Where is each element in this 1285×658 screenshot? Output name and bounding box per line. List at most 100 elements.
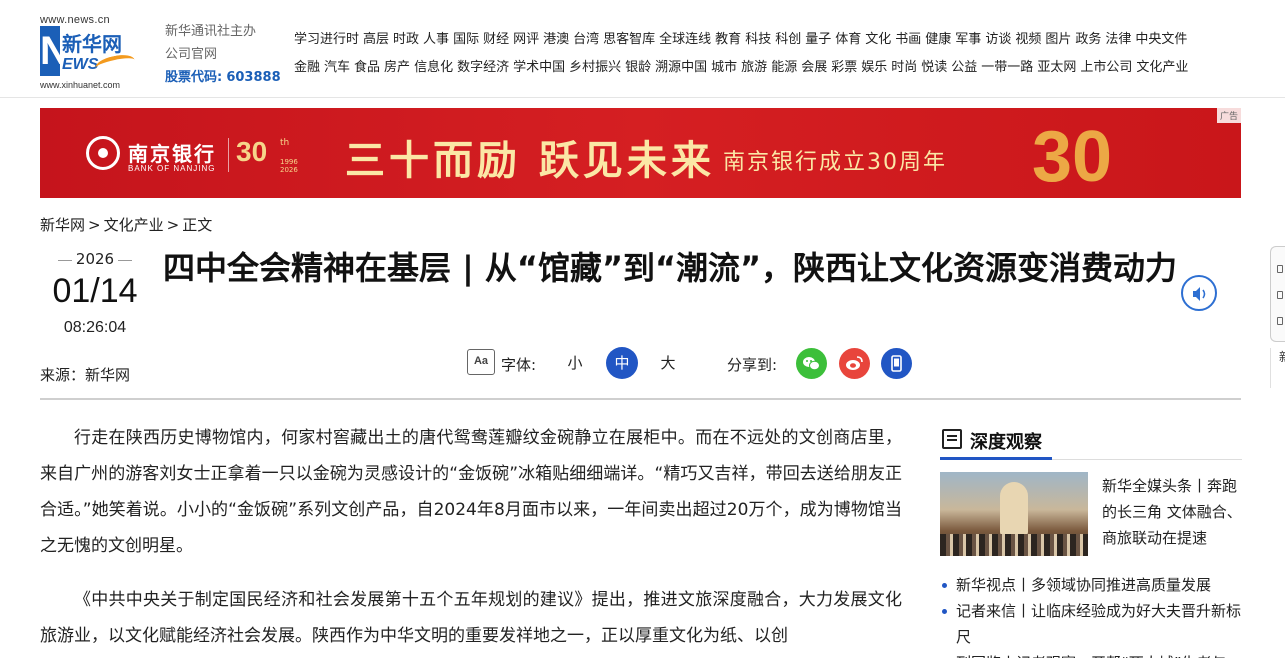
- banner-slogan: 三十而励 跃见未来: [345, 137, 715, 184]
- nav-link[interactable]: 科创: [775, 32, 801, 47]
- nav-link[interactable]: 公益: [951, 60, 977, 75]
- nav-link[interactable]: 全球连线: [659, 32, 711, 47]
- sidebar-list-item[interactable]: 列国鉴丨记者观察：开帮“死人城”生者与: [940, 650, 1242, 658]
- nav-link[interactable]: 乡村振兴: [569, 60, 621, 75]
- edge-side-tab-char: 新: [1279, 348, 1285, 365]
- nav-link[interactable]: 房产: [384, 60, 410, 75]
- banner-divider: [228, 138, 229, 172]
- nav-link[interactable]: 思客智库: [603, 32, 655, 47]
- audio-play-button[interactable]: [1181, 275, 1217, 311]
- nav-link[interactable]: 法律: [1105, 32, 1131, 47]
- logo-ews: EWS: [62, 56, 99, 73]
- nav-link[interactable]: 中央文件: [1135, 32, 1187, 47]
- nav-link[interactable]: 时政: [393, 32, 419, 47]
- nav-link[interactable]: 银龄: [625, 60, 651, 75]
- share-mobile-button[interactable]: [881, 348, 912, 379]
- font-size-medium-button[interactable]: 中: [606, 347, 638, 379]
- feature-caption-link[interactable]: 新华全媒头条丨奔跑的长三角 文体融合、商旅联动在提速: [1102, 473, 1242, 551]
- nav-link[interactable]: 科技: [745, 32, 771, 47]
- article-paragraph: 行走在陕西历史博物馆内，何家村窖藏出土的唐代鸳鸯莲瓣纹金碗静立在展柜中。而在不远…: [40, 428, 902, 556]
- nav-link[interactable]: 文化: [865, 32, 891, 47]
- nav-link[interactable]: 信息化: [414, 60, 453, 75]
- wechat-icon: [803, 357, 820, 371]
- stock-label: 股票代码:: [165, 70, 223, 85]
- nav-link[interactable]: 能源: [771, 60, 797, 75]
- feature-thumbnail[interactable]: [940, 472, 1088, 556]
- nav-link[interactable]: 书画: [895, 32, 921, 47]
- share-label: 分享到:: [727, 356, 778, 374]
- nav-link[interactable]: 数字经济: [457, 60, 509, 75]
- nav-link[interactable]: 文化产业: [1136, 60, 1188, 75]
- nav-link[interactable]: 亚太网: [1037, 60, 1076, 75]
- breadcrumb-home[interactable]: 新华网: [40, 216, 85, 234]
- org-line1: 新华通讯社主办: [165, 24, 257, 39]
- nav-link[interactable]: 金融: [294, 60, 320, 75]
- bank-name-en: BANK OF NANJING: [128, 164, 216, 173]
- nav-link[interactable]: 一带一路: [981, 60, 1033, 75]
- nav-link[interactable]: 国际: [453, 32, 479, 47]
- nav-link[interactable]: 访谈: [985, 32, 1011, 47]
- thumbnail-crowd: [940, 534, 1088, 556]
- banner-subslogan: 南京银行成立30周年: [723, 150, 947, 175]
- ad-banner[interactable]: 广告 南京银行 BANK OF NANJING 30 th 1996 2026 …: [40, 108, 1241, 198]
- nav-link[interactable]: 港澳: [543, 32, 569, 47]
- nav-link[interactable]: 学术中国: [513, 60, 565, 75]
- sidebar-list-item[interactable]: 记者来信丨让临床经验成为好大夫晋升新标尺: [940, 598, 1242, 650]
- nav-link[interactable]: 财经: [483, 32, 509, 47]
- nav-link[interactable]: 溯源中国: [655, 60, 707, 75]
- publish-date: 2026 01/14 08:26:04: [40, 250, 150, 337]
- nav-link[interactable]: 图片: [1045, 32, 1071, 47]
- nav-link[interactable]: 城市: [711, 60, 737, 75]
- nav-link[interactable]: 汽车: [324, 60, 350, 75]
- nav-link[interactable]: 会展: [801, 60, 827, 75]
- nav-link[interactable]: 时尚: [891, 60, 917, 75]
- nav-link[interactable]: 食品: [354, 60, 380, 75]
- title-divider: [40, 398, 1241, 400]
- breadcrumb-sep: >: [88, 216, 101, 234]
- logo-mark-n: N: [40, 26, 69, 76]
- nav-link[interactable]: 政务: [1075, 32, 1101, 47]
- font-size-small-button[interactable]: 小: [559, 347, 591, 379]
- channel-nav-row1: 学习进行时 高层 时政 人事 国际 财经 网评 港澳 台湾 思客智库 全球连线 教育 科技 科创 量子 体育文…: [294, 28, 1254, 56]
- float-phone-icon: [1277, 265, 1283, 273]
- nav-link[interactable]: 娱乐: [861, 60, 887, 75]
- share-weibo-button[interactable]: [839, 348, 870, 379]
- nav-link[interactable]: 健康: [925, 32, 951, 47]
- bank-logo-icon: [86, 136, 120, 170]
- breadcrumb: 新华网 > 文化产业 > 正文: [40, 214, 212, 235]
- nav-link[interactable]: 军事: [955, 32, 981, 47]
- nav-link[interactable]: 台湾: [573, 32, 599, 47]
- sidebar-heading-text: 深度观察: [970, 432, 1042, 453]
- nav-link[interactable]: 人事: [423, 32, 449, 47]
- book-icon: [942, 429, 962, 449]
- float-phone-icon: [1277, 317, 1283, 325]
- nav-link[interactable]: 高层: [363, 32, 389, 47]
- nav-link[interactable]: 网评: [513, 32, 539, 47]
- share-wechat-button[interactable]: [796, 348, 827, 379]
- nav-link[interactable]: 量子: [805, 32, 831, 47]
- nav-link[interactable]: 视频: [1015, 32, 1041, 47]
- nav-link[interactable]: 教育: [715, 32, 741, 47]
- nav-link[interactable]: 体育: [835, 32, 861, 47]
- nav-link[interactable]: 悦读: [921, 60, 947, 75]
- site-logo[interactable]: www.news.cn N 新华网 EWS www.xinhuanet.com: [40, 14, 137, 92]
- breadcrumb-channel[interactable]: 文化产业: [104, 216, 164, 234]
- article-body: 行走在陕西历史博物馆内，何家村窖藏出土的唐代鸳鸯莲瓣纹金碗静立在展柜中。而在不远…: [40, 420, 902, 658]
- sidebar-list-item[interactable]: 新华视点丨多领域协同推进高质量发展: [940, 572, 1242, 598]
- ad-tag: 广告: [1216, 108, 1241, 123]
- font-size-label: 字体:: [501, 356, 537, 374]
- breadcrumb-sep: >: [166, 216, 180, 234]
- stock-code[interactable]: 603888: [226, 70, 280, 85]
- logo-url-top: www.news.cn: [40, 14, 110, 26]
- sidebar-heading: 深度观察: [940, 426, 1242, 460]
- nav-link[interactable]: 彩票: [831, 60, 857, 75]
- nav-link[interactable]: 学习进行时: [294, 32, 359, 47]
- edge-side-tab[interactable]: 新: [1270, 348, 1285, 388]
- sidebar-heading-underline: [940, 457, 1052, 460]
- nav-link[interactable]: 旅游: [741, 60, 767, 75]
- font-size-large-button[interactable]: 大: [652, 347, 684, 379]
- nav-link[interactable]: 上市公司: [1080, 60, 1132, 75]
- sidebar-list: 新华视点丨多领域协同推进高质量发展 记者来信丨让临床经验成为好大夫晋升新标尺 列…: [940, 572, 1242, 658]
- stock-info: 股票代码: 603888: [165, 66, 281, 89]
- floating-toolbar[interactable]: [1270, 246, 1285, 342]
